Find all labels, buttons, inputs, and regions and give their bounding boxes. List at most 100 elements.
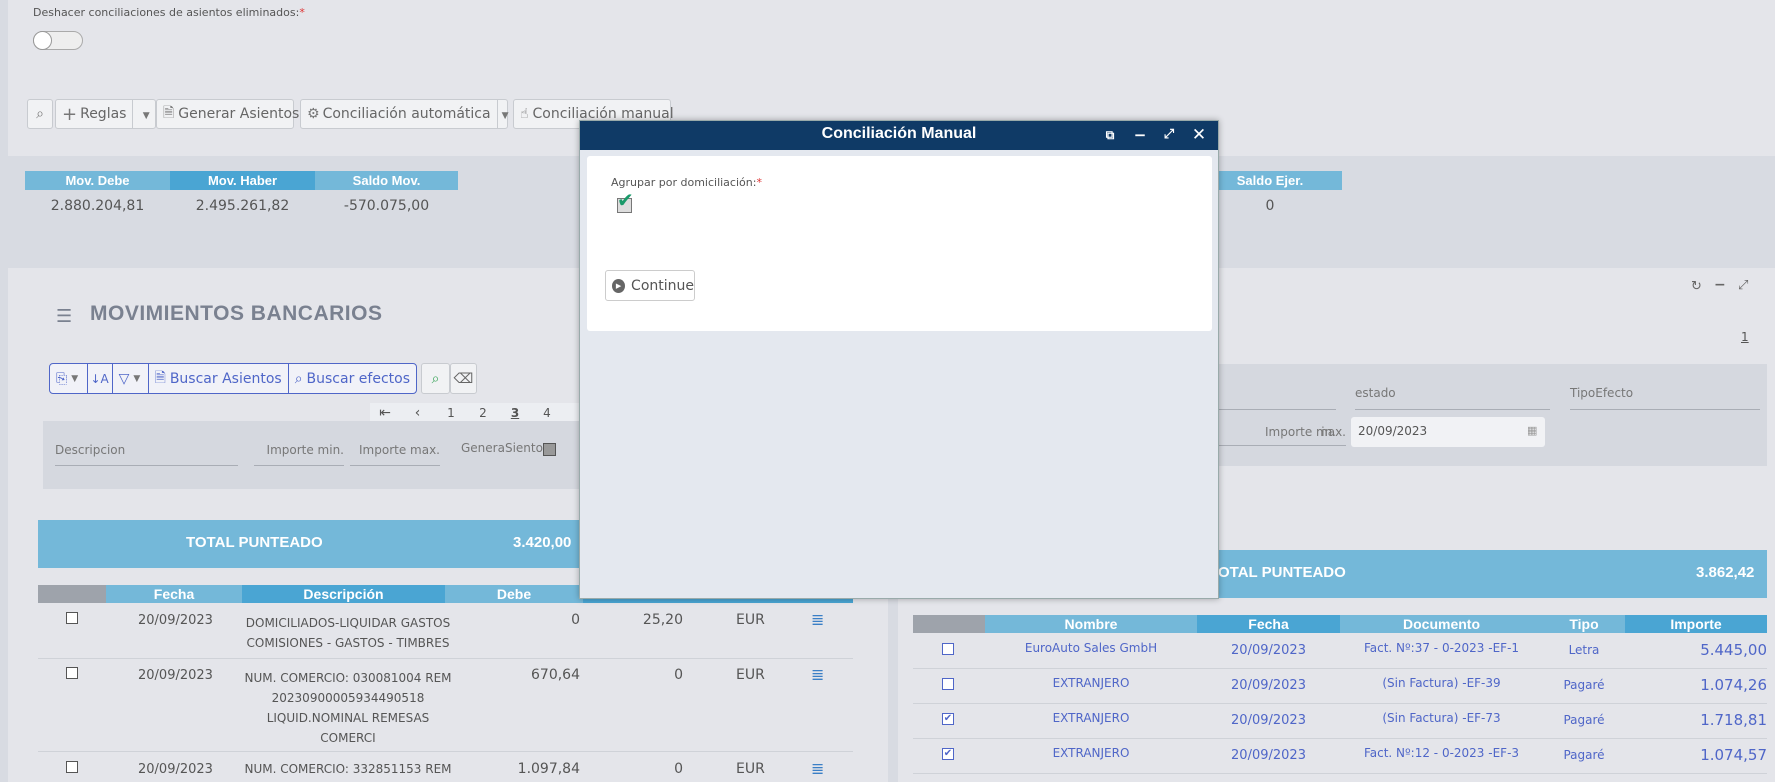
amount-max-filter[interactable]: Importe max. bbox=[1258, 422, 1346, 446]
search-effects-button[interactable]: ⌕ Buscar efectos bbox=[289, 364, 416, 393]
calendar-icon[interactable]: ▦ bbox=[1527, 424, 1537, 437]
right-page-1[interactable]: 1 bbox=[1741, 330, 1749, 344]
right-col-fecha[interactable]: Fecha bbox=[1197, 615, 1340, 633]
row-documento[interactable]: (Sin Factura) -EF-39 bbox=[1340, 676, 1543, 690]
rules-button-group[interactable]: + Reglas ▼ bbox=[55, 99, 156, 129]
right-col-documento[interactable]: Documento bbox=[1340, 615, 1543, 633]
row-nombre[interactable]: EXTRANJERO bbox=[985, 746, 1197, 760]
row-desc-line: 20230900005934490518 bbox=[271, 691, 425, 705]
row-documento[interactable]: Fact. Nº:37 - 0-2023 -EF-1 bbox=[1340, 641, 1543, 655]
table-row[interactable]: EuroAuto Sales GmbH 20/09/2023 Fact. Nº:… bbox=[913, 634, 1767, 669]
right-col-tipo[interactable]: Tipo bbox=[1543, 615, 1625, 633]
table-row[interactable]: 20/09/2023 DOMICILIADOS-LIQUIDAR GASTOS C… bbox=[38, 604, 853, 659]
left-col-descripcion[interactable]: Descripción bbox=[242, 585, 445, 603]
description-filter[interactable]: Descripcion bbox=[55, 440, 238, 466]
row-fecha: 20/09/2023 bbox=[1231, 643, 1306, 658]
row-fecha: 20/09/2023 bbox=[138, 668, 213, 683]
apply-search-button[interactable]: ⌕ bbox=[421, 363, 450, 394]
left-col-debe[interactable]: Debe bbox=[445, 585, 583, 603]
row-desc-line: COMERCI bbox=[320, 731, 376, 745]
right-total-bar: OTAL PUNTEADO 3.862,42 bbox=[1218, 550, 1767, 598]
row-checkbox[interactable] bbox=[66, 761, 78, 773]
page-4[interactable]: 4 bbox=[531, 406, 563, 420]
table-row[interactable]: ✔ EXTRANJERO 20/09/2023 Fact. Nº:12 - 0-… bbox=[913, 739, 1767, 774]
right-col-importe[interactable]: Importe bbox=[1625, 615, 1767, 633]
table-row[interactable]: 20/09/2023 NUM. COMERCIO: 030081004 REM 2… bbox=[38, 659, 853, 752]
row-descripcion: DOMICILIADOS-LIQUIDAR GASTOS COMISIONES -… bbox=[243, 613, 453, 653]
minimize-icon[interactable]: − bbox=[1714, 277, 1726, 293]
status-filter[interactable]: estado bbox=[1355, 386, 1550, 410]
group-by-direct-debit-checkbox[interactable]: ✔ bbox=[617, 188, 634, 213]
table-row[interactable]: 20/09/2023 NUM. COMERCIO: 332851153 REM … bbox=[38, 752, 853, 782]
row-checkbox[interactable] bbox=[942, 643, 954, 655]
row-fecha: 20/09/2023 bbox=[1231, 748, 1306, 763]
row-checkbox[interactable] bbox=[66, 667, 78, 679]
continue-button[interactable]: ▶ Continue bbox=[605, 270, 695, 301]
row-nombre[interactable]: EXTRANJERO bbox=[985, 711, 1197, 725]
right-col-nombre[interactable]: Nombre bbox=[985, 615, 1197, 633]
generate-entries-button[interactable]: 🗎 Generar Asientos bbox=[156, 99, 299, 129]
undo-reconciliation-toggle[interactable] bbox=[33, 31, 83, 50]
toggle-knob bbox=[33, 31, 52, 50]
dialog-minimize-icon[interactable]: − bbox=[1129, 124, 1151, 146]
auto-reconcile-dropdown[interactable]: ▼ bbox=[502, 106, 509, 122]
export-button[interactable]: ⎘ ▼ bbox=[50, 364, 88, 393]
row-nombre[interactable]: EXTRANJERO bbox=[985, 676, 1197, 690]
rules-dropdown-button[interactable]: ▼ bbox=[137, 106, 155, 122]
row-tipo: Letra bbox=[1568, 643, 1600, 657]
row-documento[interactable]: (Sin Factura) -EF-73 bbox=[1340, 711, 1543, 725]
row-tipo: Pagaré bbox=[1563, 748, 1605, 762]
sort-icon: ↓A bbox=[90, 371, 109, 386]
broom-icon: ⌫ bbox=[453, 370, 474, 387]
amount-max-filter[interactable]: Importe max. bbox=[350, 440, 440, 466]
row-checkbox[interactable] bbox=[66, 612, 78, 624]
row-tipo: Pagaré bbox=[1563, 713, 1605, 727]
page-1[interactable]: 1 bbox=[435, 406, 467, 420]
row-details-icon[interactable]: ≣ bbox=[811, 759, 824, 778]
search-icon: ⌕ bbox=[36, 106, 44, 122]
search-button[interactable]: ⌕ bbox=[27, 99, 53, 129]
rules-button[interactable]: + Reglas bbox=[56, 100, 134, 128]
row-moneda: EUR bbox=[736, 612, 765, 628]
row-checkbox[interactable] bbox=[942, 678, 954, 690]
row-desc-line: DOMICILIADOS-LIQUIDAR GASTOS bbox=[245, 616, 451, 630]
page-2[interactable]: 2 bbox=[467, 406, 499, 420]
expand-icon[interactable]: ⤢ bbox=[1738, 278, 1748, 293]
refresh-icon[interactable]: ↻ bbox=[1691, 279, 1702, 294]
row-checkbox-checked[interactable]: ✔ bbox=[942, 713, 954, 725]
row-tipo: Pagaré bbox=[1563, 678, 1605, 692]
filter-button[interactable]: ▽ ▼ bbox=[113, 364, 149, 393]
dialog-maximize-icon[interactable]: ⤢ bbox=[1158, 124, 1180, 146]
effect-type-filter[interactable]: TipoEfecto bbox=[1570, 386, 1760, 410]
table-row[interactable]: EXTRANJERO 20/09/2023 (Sin Factura) -EF-… bbox=[913, 669, 1767, 704]
first-page-button[interactable]: ⇤ bbox=[370, 405, 400, 421]
row-nombre[interactable]: EuroAuto Sales GmbH bbox=[985, 641, 1197, 655]
table-row[interactable]: ✔ EXTRANJERO 20/09/2023 (Sin Factura) -E… bbox=[913, 704, 1767, 739]
row-haber: 0 bbox=[674, 667, 683, 683]
row-descripcion: NUM. COMERCIO: 332851153 REM bbox=[244, 762, 452, 776]
dialog-restore-icon[interactable]: ⧉ bbox=[1099, 124, 1121, 146]
row-details-icon[interactable]: ≣ bbox=[811, 665, 824, 684]
row-fecha: 20/09/2023 bbox=[1231, 678, 1306, 693]
row-details-icon[interactable]: ≣ bbox=[811, 610, 824, 629]
left-col-fecha[interactable]: Fecha bbox=[106, 585, 242, 603]
auto-reconcile-button[interactable]: ⚙ Conciliación automática bbox=[301, 100, 498, 128]
date-filter-input[interactable]: 20/09/2023 ▦ bbox=[1351, 417, 1545, 447]
dialog-close-icon[interactable]: ✕ bbox=[1188, 124, 1210, 146]
generates-entry-label: GeneraSiento bbox=[461, 441, 543, 455]
search-entries-button[interactable]: 🗎 Buscar Asientos bbox=[149, 364, 289, 393]
auto-reconcile-button-group[interactable]: ⚙ Conciliación automática ▼ bbox=[300, 99, 509, 129]
sort-button[interactable]: ↓A bbox=[88, 364, 113, 393]
zoom-icon: ⌕ bbox=[294, 370, 303, 387]
page-3[interactable]: 3 bbox=[499, 406, 531, 420]
amount-min-filter[interactable]: Importe min. bbox=[254, 440, 344, 466]
generates-entry-checkbox[interactable] bbox=[543, 443, 556, 456]
clear-filters-button[interactable]: ⌫ bbox=[450, 363, 477, 394]
export-icon: ⎘ bbox=[56, 370, 68, 387]
row-documento[interactable]: Fact. Nº:12 - 0-2023 -EF-3 bbox=[1340, 746, 1543, 760]
dialog-title-bar[interactable]: Conciliación Manual ⧉ − ⤢ ✕ bbox=[580, 121, 1218, 150]
partial-filter-field[interactable] bbox=[1218, 388, 1336, 410]
row-descripcion: NUM. COMERCIO: 030081004 REM 202309000059… bbox=[243, 668, 453, 748]
prev-page-button[interactable]: ‹ bbox=[400, 405, 435, 421]
row-checkbox-checked[interactable]: ✔ bbox=[942, 748, 954, 760]
